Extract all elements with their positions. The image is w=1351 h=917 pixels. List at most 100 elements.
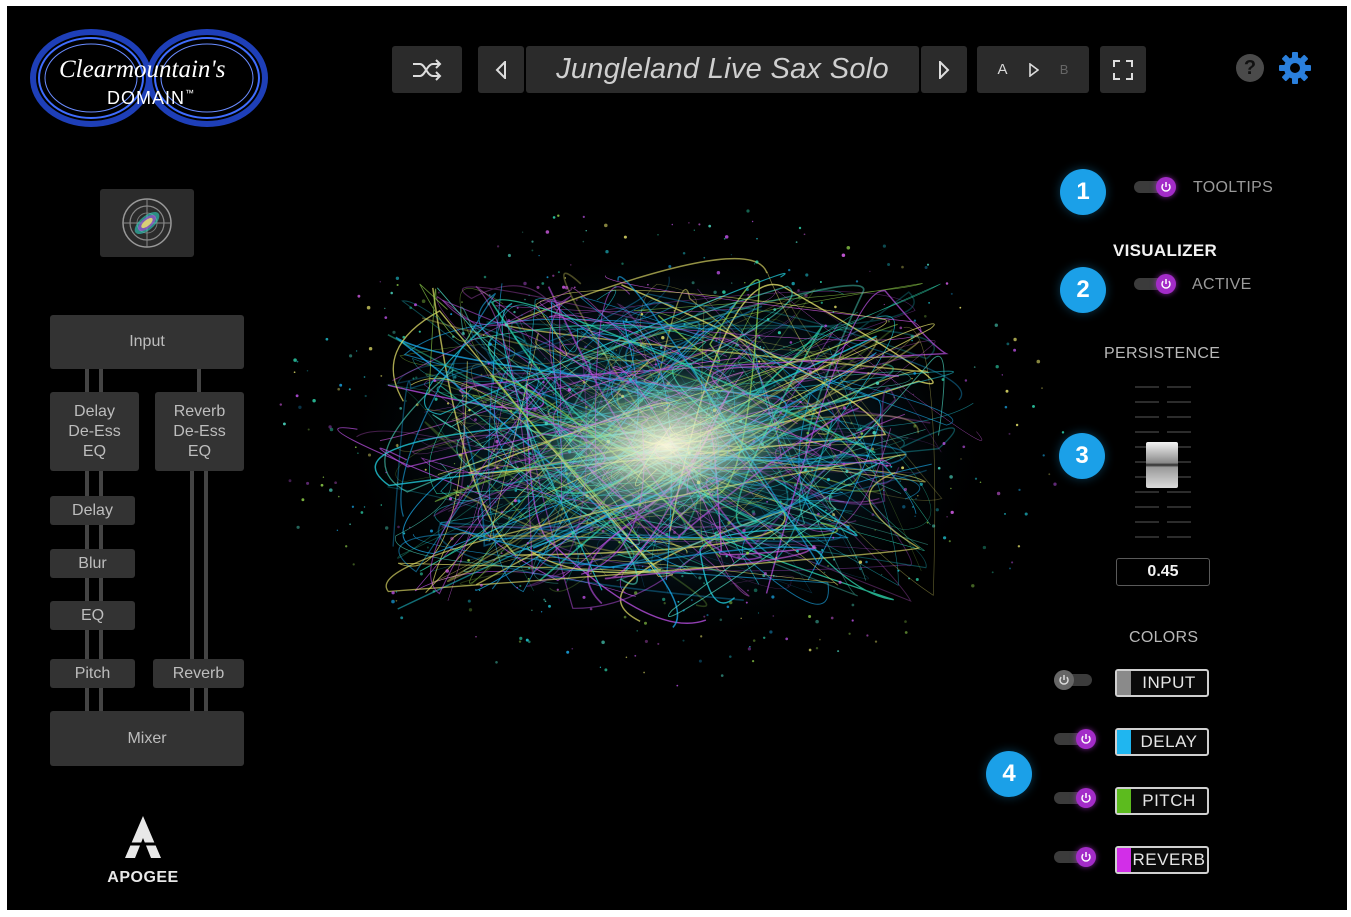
help-icon[interactable]: ?: [1236, 54, 1264, 82]
visualizer-particle: [822, 556, 824, 558]
visualizer-particle: [869, 270, 871, 273]
target-visualizer-icon: [122, 198, 172, 248]
visualizer-particle: [412, 377, 415, 380]
visualizer-particle: [531, 609, 533, 612]
visualizer-particle: [903, 487, 908, 492]
visualizer-particle: [1036, 359, 1041, 364]
visualizer-particle: [719, 295, 722, 298]
pitch-color-button[interactable]: PITCH: [1115, 787, 1209, 815]
visualizer-particle: [384, 526, 389, 530]
apogee-wordmark: APOGEE: [107, 869, 179, 886]
visualizer-particle: [901, 466, 905, 470]
visualizer-particle: [857, 428, 860, 432]
visualizer-particle: [665, 532, 669, 537]
visualizer-particle: [683, 323, 686, 326]
visualizer-particle: [542, 380, 545, 384]
visualizer-particle: [557, 271, 560, 274]
visualizer-particle: [723, 237, 726, 240]
reverb-node[interactable]: Reverb: [153, 659, 244, 688]
visualizer-particle: [798, 296, 800, 299]
delay-color-button[interactable]: DELAY: [1115, 728, 1209, 756]
input-color-toggle[interactable]: [1054, 670, 1096, 690]
visualizer-particle: [821, 548, 824, 552]
visualizer-particle: [519, 636, 523, 641]
visualizer-view-button[interactable]: [100, 189, 194, 257]
visualizer-particle: [720, 674, 724, 677]
visualizer-particle: [803, 233, 806, 236]
persistence-value-field[interactable]: 0.45: [1116, 558, 1210, 586]
reverb-color-button[interactable]: REVERB: [1115, 846, 1209, 874]
visualizer-particle: [745, 601, 748, 604]
delay-color-toggle[interactable]: [1054, 729, 1096, 749]
active-label: ACTIVE: [1192, 276, 1252, 293]
visualizer-particle: [913, 424, 917, 428]
pitch-node[interactable]: Pitch: [50, 659, 135, 688]
visualizer-particle: [703, 615, 706, 618]
visualizer-particle: [523, 281, 527, 286]
eq-node[interactable]: EQ: [50, 601, 135, 630]
blur-node[interactable]: Blur: [50, 549, 135, 578]
visualizer-particle: [880, 573, 883, 576]
reverb-color-toggle[interactable]: [1054, 847, 1096, 867]
visualizer-particle: [368, 346, 373, 351]
shuffle-button[interactable]: [392, 46, 462, 93]
visualizer-particle: [883, 489, 885, 491]
visualizer-particle: [543, 598, 546, 601]
visualizer-particle: [842, 462, 846, 466]
visualizer-particle: [673, 531, 677, 534]
visualizer-particle: [691, 281, 695, 285]
tooltips-toggle[interactable]: [1134, 177, 1176, 197]
visualizer-particle: [496, 245, 500, 248]
pitch-color-toggle[interactable]: [1054, 788, 1096, 808]
visualizer-particle: [507, 319, 511, 323]
fader-cap[interactable]: [1146, 442, 1178, 488]
next-preset-button[interactable]: [921, 46, 967, 93]
visualizer-particle: [746, 551, 750, 555]
delay-node[interactable]: Delay: [50, 496, 135, 525]
visualizer-particle: [396, 283, 399, 287]
visualizer-particle: [708, 224, 712, 228]
input-color-button[interactable]: INPUT: [1115, 669, 1209, 697]
ab-a-button[interactable]: A: [998, 61, 1008, 78]
visualizer-particle: [874, 529, 877, 531]
visualizer-particle: [563, 572, 565, 574]
visualizer-particle: [751, 220, 754, 223]
visualizer-particle: [832, 311, 835, 313]
persistence-fader[interactable]: [1123, 379, 1203, 539]
visualizer-particle: [832, 536, 835, 539]
visualizer-particle: [846, 246, 851, 250]
visualizer-particle: [873, 589, 876, 593]
visualizer-particle: [722, 290, 726, 294]
visualizer-particle: [910, 335, 914, 339]
visualizer-particle: [758, 336, 761, 339]
visualizer-particle: [582, 215, 585, 219]
visualizer-title: VISUALIZER: [1113, 241, 1218, 260]
visualizer-particle: [623, 235, 627, 239]
ab-b-button[interactable]: B: [1060, 62, 1069, 77]
visualizer-particle: [523, 393, 526, 397]
previous-preset-button[interactable]: [478, 46, 524, 93]
visualizer-particle: [566, 650, 570, 654]
mixer-node[interactable]: Mixer: [50, 711, 244, 766]
settings-gear-icon[interactable]: [1278, 51, 1312, 85]
visualizer-particle: [571, 531, 575, 535]
visualizer-particle: [380, 504, 383, 506]
preset-name-display[interactable]: Jungleland Live Sax Solo: [526, 46, 919, 93]
visualizer-particle: [1009, 567, 1011, 570]
visualizer-particle: [913, 372, 917, 375]
visualizer-particle: [661, 336, 665, 340]
visualizer-active-toggle[interactable]: [1134, 274, 1176, 294]
visualizer-particle: [642, 343, 647, 347]
visualizer-particle: [553, 394, 555, 396]
visualizer-particle: [771, 595, 775, 599]
visualizer-particle: [494, 430, 497, 433]
copy-a-to-b-icon[interactable]: [1028, 62, 1039, 77]
visualizer-particle: [489, 294, 491, 296]
visualizer-particle: [571, 647, 574, 650]
visualizer-particle: [851, 603, 855, 607]
fullscreen-button[interactable]: [1100, 46, 1146, 93]
reverb-deess-eq-node[interactable]: Reverb De-Ess EQ: [155, 392, 244, 471]
visualizer-particle: [747, 589, 749, 592]
input-node[interactable]: Input: [50, 315, 244, 369]
delay-deess-eq-node[interactable]: Delay De-Ess EQ: [50, 392, 139, 471]
